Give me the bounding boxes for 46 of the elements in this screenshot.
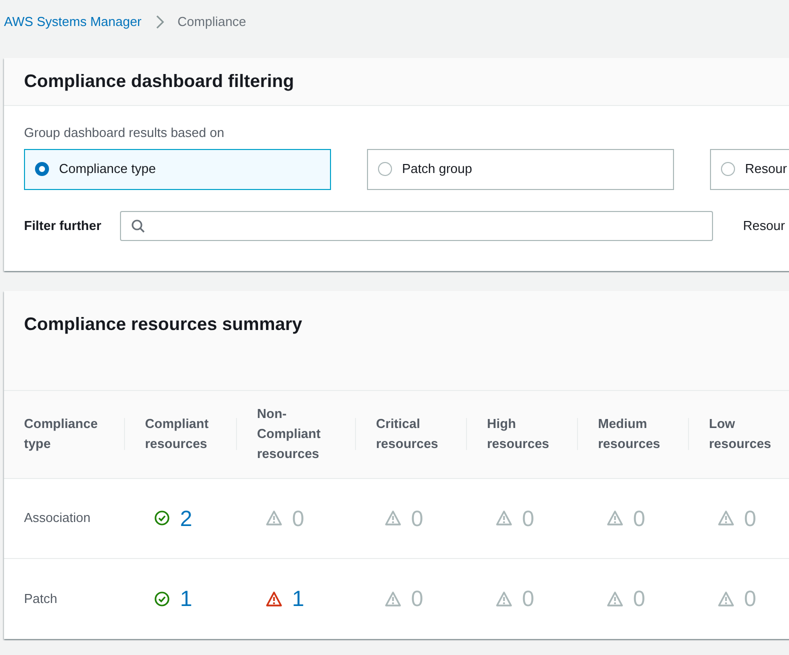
panel-title: Compliance dashboard filtering [24, 70, 294, 93]
count-value: 0 [411, 585, 424, 613]
search-field[interactable] [120, 210, 713, 240]
warning-icon [385, 510, 401, 526]
count-value: 0 [522, 585, 534, 613]
warning-icon [718, 590, 734, 606]
warning-icon [607, 510, 623, 526]
column-header[interactable]: Compliant resources [145, 414, 225, 454]
resource-label: Resour [743, 216, 785, 235]
table-cell-text: Association [24, 509, 90, 528]
column-header[interactable]: High resources [487, 414, 567, 454]
count-value: 0 [744, 504, 756, 532]
panel-title: Compliance resources summary [24, 312, 304, 336]
radio-option[interactable]: Patch group [367, 148, 674, 190]
warning-icon [607, 590, 623, 606]
table-cell-text: Patch [24, 590, 58, 608]
search-icon [131, 218, 145, 232]
column-header[interactable]: Critical resources [376, 414, 456, 454]
count-value: 0 [633, 585, 646, 613]
chevron-right-icon [154, 14, 165, 30]
radio-option[interactable]: Compliance type [24, 148, 331, 190]
breadcrumb-current: Compliance [178, 13, 246, 32]
column-header[interactable]: Compliance type [24, 414, 104, 454]
breadcrumb-link[interactable]: AWS Systems Manager [4, 12, 142, 32]
count-link[interactable]: 1 [180, 582, 192, 615]
count-value: 0 [744, 585, 756, 613]
count-value: 0 [633, 504, 646, 532]
filter-label: Filter further [24, 216, 102, 235]
count-value: 0 [522, 504, 534, 532]
count-link[interactable]: 1 [292, 582, 304, 615]
column-header[interactable]: Low resources [709, 414, 789, 454]
group-label: Group dashboard results based on [24, 124, 226, 142]
count-link[interactable]: 2 [180, 502, 192, 534]
radio-option[interactable]: Resour [710, 148, 789, 190]
warning-icon [496, 590, 512, 606]
check-circle-icon [154, 510, 170, 526]
warning-icon [718, 510, 734, 526]
warning-icon [266, 510, 282, 526]
column-header[interactable]: Non-Compliant resources [257, 404, 337, 464]
warning-icon [496, 510, 512, 526]
count-value: 0 [411, 504, 424, 532]
column-header[interactable]: Medium resources [598, 414, 678, 454]
warning-icon [266, 590, 282, 606]
warning-icon [385, 590, 401, 606]
count-value: 0 [292, 504, 304, 532]
check-circle-icon [154, 590, 170, 606]
